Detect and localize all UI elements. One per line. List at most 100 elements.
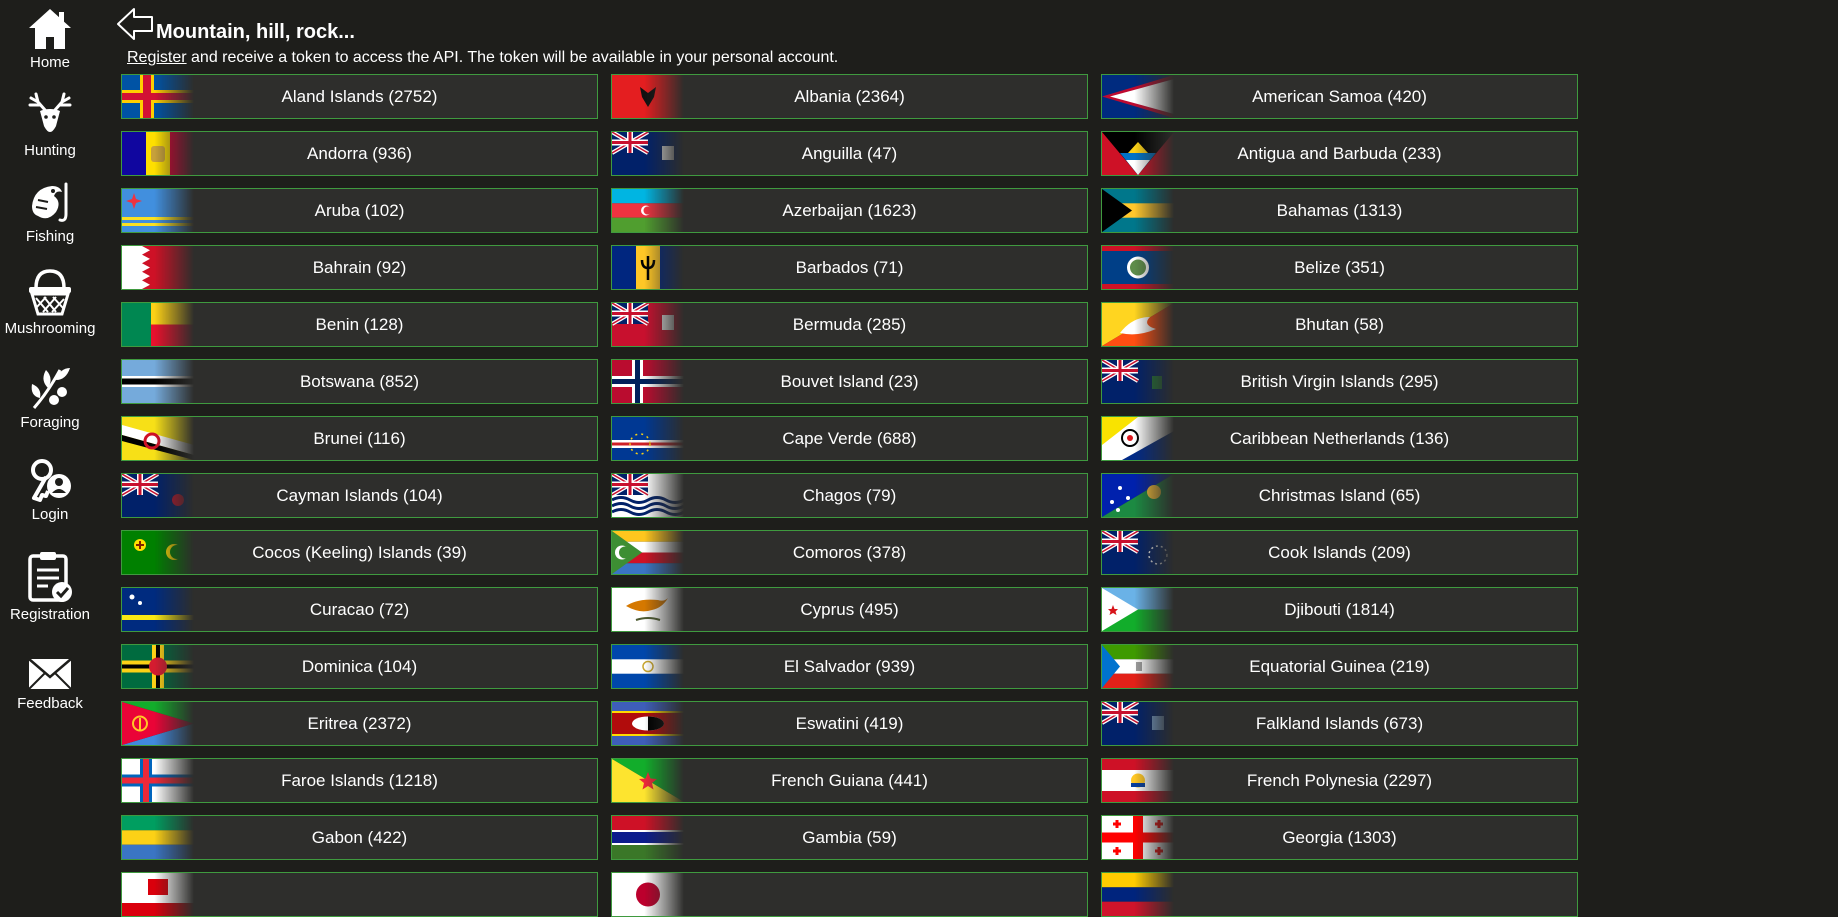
nav-mushrooming[interactable]: Mushrooming xyxy=(0,268,100,337)
country-gibraltar[interactable] xyxy=(121,872,598,917)
nav-hunting[interactable]: Hunting xyxy=(0,92,100,159)
country-andorra[interactable]: Andorra (936) xyxy=(121,131,598,176)
house-icon xyxy=(29,9,71,49)
nav-label: Home xyxy=(29,54,70,71)
register-notice: Register and receive a token to access t… xyxy=(127,49,838,67)
country-antigua-and-barbuda[interactable]: Antigua and Barbuda (233) xyxy=(1101,131,1578,176)
country-label: Bahamas (1313) xyxy=(1276,201,1403,220)
register-link[interactable]: Register xyxy=(127,49,187,66)
country-equatorial-guinea[interactable]: Equatorial Guinea (219) xyxy=(1101,644,1578,689)
register-notice-text: and receive a token to access the API. T… xyxy=(186,49,839,66)
country-venezuela[interactable] xyxy=(1101,872,1578,917)
country-american-samoa[interactable]: American Samoa (420) xyxy=(1101,74,1578,119)
country-label: Curacao (72) xyxy=(309,600,410,619)
deer-head-icon xyxy=(28,92,72,132)
country-belize[interactable]: Belize (351) xyxy=(1101,245,1578,290)
venezuela-flag-icon xyxy=(1102,873,1174,916)
nav-registration[interactable]: Registration xyxy=(0,550,100,623)
country-albania[interactable]: Albania (2364) xyxy=(611,74,1088,119)
country-caribbean-netherlands[interactable]: Caribbean Netherlands (136) xyxy=(1101,416,1578,461)
country-label: Botswana (852) xyxy=(299,372,420,391)
country-label: French Guiana (441) xyxy=(771,771,928,790)
country-label: Andorra (936) xyxy=(307,144,412,163)
nav-label: Foraging xyxy=(20,414,80,431)
country-label: Azerbaijan (1623) xyxy=(782,201,917,220)
country-label: Cyprus (495) xyxy=(800,600,899,619)
country-label: Christmas Island (65) xyxy=(1258,486,1421,505)
country-label: Bouvet Island (23) xyxy=(780,372,919,391)
country-bahamas[interactable]: Bahamas (1313) xyxy=(1101,188,1578,233)
country-label: Cayman Islands (104) xyxy=(276,486,443,505)
basket-icon xyxy=(29,269,71,316)
country-label: Caribbean Netherlands (136) xyxy=(1229,429,1450,448)
country-grid: Aland Islands (2752) Albania (2364) Amer… xyxy=(121,74,1578,917)
country-bahrain[interactable]: Bahrain (92) xyxy=(121,245,598,290)
country-label: Falkland Islands (673) xyxy=(1255,714,1424,733)
country-label: El Salvador (939) xyxy=(783,657,916,676)
country-falkland-islands[interactable]: Falkland Islands (673) xyxy=(1101,701,1578,746)
country-georgia[interactable]: Georgia (1303) xyxy=(1101,815,1578,860)
country-cape-verde[interactable]: Cape Verde (688) xyxy=(611,416,1088,461)
country-label: Dominica (104) xyxy=(301,657,418,676)
country-bermuda[interactable]: Bermuda (285) xyxy=(611,302,1088,347)
country-british-virgin-islands[interactable]: British Virgin Islands (295) xyxy=(1101,359,1578,404)
country-gambia[interactable]: Gambia (59) xyxy=(611,815,1088,860)
country-bouvet-island[interactable]: Bouvet Island (23) xyxy=(611,359,1088,404)
country-label: Albania (2364) xyxy=(794,87,905,106)
country-cyprus[interactable]: Cyprus (495) xyxy=(611,587,1088,632)
country-cocos-keeling-islands[interactable]: Cocos (Keeling) Islands (39) xyxy=(121,530,598,575)
country-christmas-island[interactable]: Christmas Island (65) xyxy=(1101,473,1578,518)
country-botswana[interactable]: Botswana (852) xyxy=(121,359,598,404)
country-label: Bahrain (92) xyxy=(312,258,407,277)
country-chagos[interactable]: Chagos (79) xyxy=(611,473,1088,518)
country-aland-islands[interactable]: Aland Islands (2752) xyxy=(121,74,598,119)
country-eswatini[interactable]: Eswatini (419) xyxy=(611,701,1088,746)
country-label: French Polynesia (2297) xyxy=(1246,771,1433,790)
country-cayman-islands[interactable]: Cayman Islands (104) xyxy=(121,473,598,518)
country-azerbaijan[interactable]: Azerbaijan (1623) xyxy=(611,188,1088,233)
key-user-icon xyxy=(31,459,71,502)
nav-login[interactable]: Login xyxy=(0,458,100,523)
page-title: Mountain, hill, rock... xyxy=(156,21,355,43)
nav-label: Fishing xyxy=(25,228,75,245)
country-label: Eritrea (2372) xyxy=(307,714,412,733)
country-el-salvador[interactable]: El Salvador (939) xyxy=(611,644,1088,689)
country-label: Comoros (378) xyxy=(792,543,907,562)
country-label: Cook Islands (209) xyxy=(1268,543,1411,562)
nav-foraging[interactable]: Foraging xyxy=(0,362,100,431)
country-japan[interactable] xyxy=(611,872,1088,917)
country-gabon[interactable]: Gabon (422) xyxy=(121,815,598,860)
country-label: Georgia (1303) xyxy=(1282,828,1397,847)
nav-label: Registration xyxy=(9,606,91,623)
nav-home[interactable]: Home xyxy=(0,6,100,71)
country-french-polynesia[interactable]: French Polynesia (2297) xyxy=(1101,758,1578,803)
country-barbados[interactable]: Barbados (71) xyxy=(611,245,1088,290)
country-anguilla[interactable]: Anguilla (47) xyxy=(611,131,1088,176)
nav-label: Login xyxy=(31,506,69,523)
back-arrow-icon[interactable] xyxy=(116,6,154,42)
country-brunei[interactable]: Brunei (116) xyxy=(121,416,598,461)
country-label: Djibouti (1814) xyxy=(1284,600,1395,619)
country-curacao[interactable]: Curacao (72) xyxy=(121,587,598,632)
nav-feedback[interactable]: Feedback xyxy=(0,655,100,712)
country-djibouti[interactable]: Djibouti (1814) xyxy=(1101,587,1578,632)
country-label: Aruba (102) xyxy=(314,201,405,220)
country-label: Chagos (79) xyxy=(802,486,897,505)
country-label: Gambia (59) xyxy=(802,828,897,847)
country-faroe-islands[interactable]: Faroe Islands (1218) xyxy=(121,758,598,803)
country-comoros[interactable]: Comoros (378) xyxy=(611,530,1088,575)
country-eritrea[interactable]: Eritrea (2372) xyxy=(121,701,598,746)
country-label: British Virgin Islands (295) xyxy=(1240,372,1439,391)
country-label: American Samoa (420) xyxy=(1252,87,1427,106)
country-dominica[interactable]: Dominica (104) xyxy=(121,644,598,689)
country-label: Anguilla (47) xyxy=(801,144,898,163)
nav-fishing[interactable]: Fishing xyxy=(0,180,100,245)
country-french-guiana[interactable]: French Guiana (441) xyxy=(611,758,1088,803)
country-benin[interactable]: Benin (128) xyxy=(121,302,598,347)
envelope-icon xyxy=(28,658,72,690)
country-aruba[interactable]: Aruba (102) xyxy=(121,188,598,233)
sidebar-nav: Home Hunting Fishing Mushrooming Foragin… xyxy=(0,0,100,909)
country-bhutan[interactable]: Bhutan (58) xyxy=(1101,302,1578,347)
country-cook-islands[interactable]: Cook Islands (209) xyxy=(1101,530,1578,575)
fish-hook-icon xyxy=(32,182,68,222)
